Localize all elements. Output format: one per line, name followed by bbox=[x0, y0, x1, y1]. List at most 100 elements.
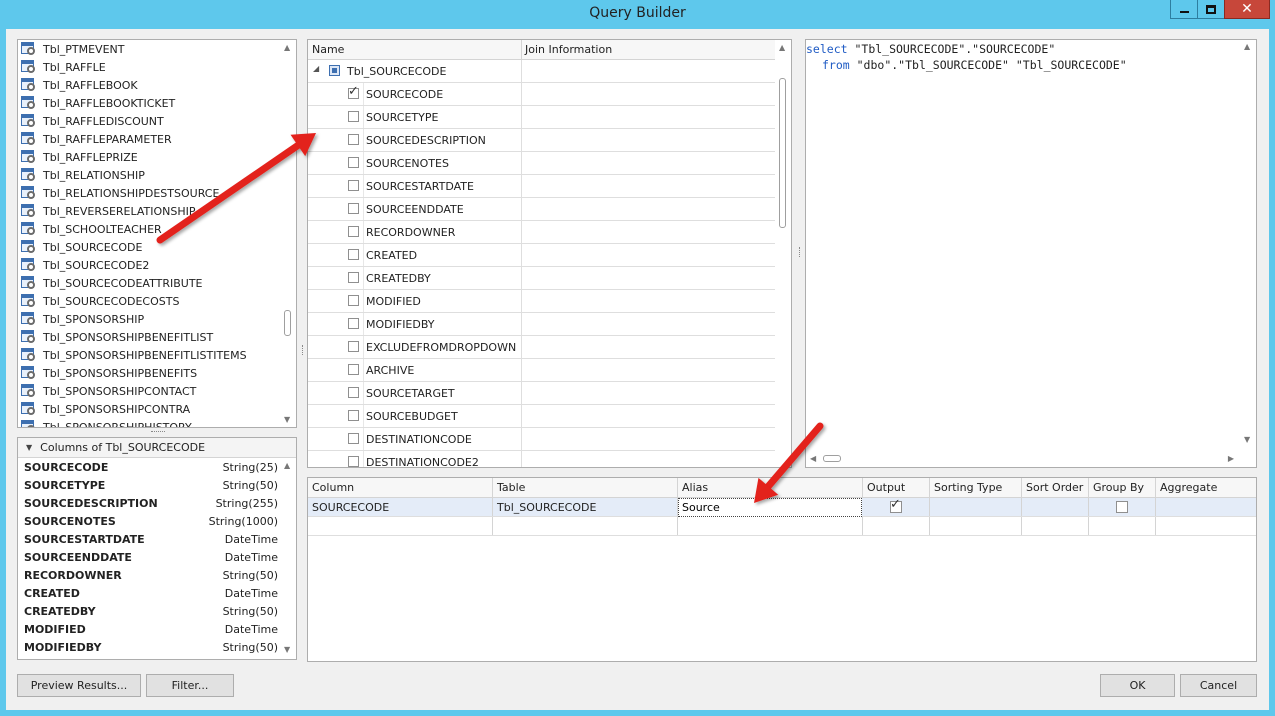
cell-group-by[interactable] bbox=[1089, 517, 1156, 535]
table-list-item[interactable]: Tbl_SPONSORSHIPBENEFITS bbox=[18, 364, 197, 382]
field-row[interactable]: MODIFIED bbox=[308, 290, 778, 313]
field-row[interactable]: RECORDOWNER bbox=[308, 221, 778, 244]
table-list-item[interactable]: Tbl_RELATIONSHIP bbox=[18, 166, 145, 184]
cell-sorting-type[interactable] bbox=[930, 498, 1022, 516]
scroll-up-icon[interactable]: ▲ bbox=[284, 461, 290, 470]
sql-text-panel[interactable]: select "Tbl_SOURCECODE"."SOURCECODE" fro… bbox=[805, 39, 1257, 468]
table-list-item[interactable]: Tbl_SOURCECODEATTRIBUTE bbox=[18, 274, 203, 292]
table-list-item[interactable]: Tbl_RAFFLEDISCOUNT bbox=[18, 112, 164, 130]
field-checkbox[interactable] bbox=[348, 364, 359, 375]
field-row[interactable]: SOURCECODE bbox=[308, 83, 778, 106]
column-list-item[interactable]: CREATED DateTime bbox=[18, 584, 280, 602]
criteria-empty-row[interactable] bbox=[308, 517, 1256, 536]
header-output[interactable]: Output bbox=[863, 478, 930, 497]
fields-scrollbar[interactable]: ▲ bbox=[775, 40, 791, 467]
header-column[interactable]: Column bbox=[308, 478, 493, 497]
field-checkbox[interactable] bbox=[348, 203, 359, 214]
table-list-item[interactable]: Tbl_SOURCECODE bbox=[18, 238, 142, 256]
scroll-down-icon[interactable]: ▼ bbox=[284, 415, 290, 424]
field-checkbox[interactable] bbox=[348, 341, 359, 352]
column-list-item[interactable]: SOURCETYPE String(50) bbox=[18, 476, 280, 494]
field-checkbox[interactable] bbox=[348, 272, 359, 283]
table-list-item[interactable]: Tbl_SPONSORSHIP bbox=[18, 310, 144, 328]
criteria-row[interactable]: SOURCECODE Tbl_SOURCECODE bbox=[308, 497, 1256, 517]
cell-table[interactable]: Tbl_SOURCECODE bbox=[493, 498, 678, 516]
cell-column[interactable] bbox=[308, 517, 493, 535]
table-list-item[interactable]: Tbl_SOURCECODE2 bbox=[18, 256, 149, 274]
field-checkbox[interactable] bbox=[348, 456, 359, 467]
field-row[interactable]: ARCHIVE bbox=[308, 359, 778, 382]
field-checkbox[interactable] bbox=[348, 84, 359, 99]
table-list-item[interactable]: Tbl_SPONSORSHIPCONTRA bbox=[18, 400, 190, 418]
table-list-item[interactable]: Tbl_SCHOOLTEACHER bbox=[18, 220, 162, 238]
cell-sort-order[interactable] bbox=[1022, 498, 1089, 516]
column-list-item[interactable]: CREATEDBY String(50) bbox=[18, 602, 280, 620]
field-row[interactable]: SOURCEDESCRIPTION bbox=[308, 129, 778, 152]
cell-aggregate[interactable] bbox=[1156, 517, 1256, 535]
minimize-button[interactable] bbox=[1170, 0, 1198, 19]
field-row[interactable]: MODIFIEDBY bbox=[308, 313, 778, 336]
field-row[interactable]: DESTINATIONCODE2 bbox=[308, 451, 778, 467]
output-checkbox[interactable] bbox=[890, 497, 902, 513]
field-checkbox[interactable] bbox=[348, 111, 359, 122]
field-row[interactable]: SOURCETYPE bbox=[308, 106, 778, 129]
filter-button[interactable]: Filter... bbox=[146, 674, 234, 697]
field-checkbox[interactable] bbox=[348, 157, 359, 168]
table-list-item[interactable]: Tbl_SOURCECODECOSTS bbox=[18, 292, 179, 310]
cell-sorting-type[interactable] bbox=[930, 517, 1022, 535]
field-row[interactable]: EXCLUDEFROMDROPDOWN bbox=[308, 336, 778, 359]
chevron-down-icon[interactable]: ▼ bbox=[26, 443, 32, 452]
table-list-item[interactable]: Tbl_RAFFLEBOOKTICKET bbox=[18, 94, 175, 112]
table-list-item[interactable]: Tbl_SPONSORSHIPHISTORY bbox=[18, 418, 192, 427]
header-sorting-type[interactable]: Sorting Type bbox=[930, 478, 1022, 497]
field-checkbox[interactable] bbox=[348, 433, 359, 444]
close-button[interactable]: ✕ bbox=[1224, 0, 1270, 19]
field-checkbox[interactable] bbox=[348, 134, 359, 145]
header-group-by[interactable]: Group By bbox=[1089, 478, 1156, 497]
table-list-item[interactable]: Tbl_RAFFLEPRIZE bbox=[18, 148, 138, 166]
column-list-item[interactable]: SOURCECODE String(25) bbox=[18, 458, 280, 476]
cell-alias[interactable] bbox=[678, 517, 863, 535]
scroll-up-icon[interactable]: ▲ bbox=[779, 43, 785, 52]
sql-line-1[interactable]: select "Tbl_SOURCECODE"."SOURCECODE" bbox=[806, 42, 1055, 56]
cell-aggregate[interactable] bbox=[1156, 498, 1256, 516]
table-list-item[interactable]: Tbl_SPONSORSHIPCONTACT bbox=[18, 382, 196, 400]
cell-table[interactable] bbox=[493, 517, 678, 535]
scroll-right-icon[interactable]: ▶ bbox=[1228, 454, 1234, 463]
header-aggregate[interactable]: Aggregate bbox=[1156, 478, 1256, 497]
field-row[interactable]: SOURCESTARTDATE bbox=[308, 175, 778, 198]
alias-input[interactable] bbox=[678, 498, 862, 517]
table-list-item[interactable]: Tbl_REVERSERELATIONSHIP bbox=[18, 202, 196, 220]
column-list-item[interactable]: SOURCEDESCRIPTION String(255) bbox=[18, 494, 280, 512]
scroll-thumb[interactable] bbox=[823, 455, 841, 462]
sql-hscrollbar[interactable]: ◀ ▶ bbox=[806, 451, 1256, 467]
columns-scrollbar[interactable]: ▲ ▼ bbox=[280, 458, 296, 659]
collapse-arrow-icon[interactable]: ◢ bbox=[313, 64, 319, 73]
header-sort-order[interactable]: Sort Order bbox=[1022, 478, 1089, 497]
table-list-item[interactable]: Tbl_RAFFLE bbox=[18, 58, 106, 76]
ok-button[interactable]: OK bbox=[1100, 674, 1175, 697]
field-checkbox[interactable] bbox=[348, 180, 359, 191]
tables-list[interactable]: Tbl_PTMEVENT Tbl_RAFFLE Tbl_RAFFLEBOOK Tbl_… bbox=[17, 39, 297, 428]
cell-output[interactable] bbox=[863, 517, 930, 535]
column-list-item[interactable]: SOURCENOTES String(1000) bbox=[18, 512, 280, 530]
sql-line-2[interactable]: from "dbo"."Tbl_SOURCECODE" "Tbl_SOURCEC… bbox=[822, 58, 1127, 72]
maximize-button[interactable] bbox=[1197, 0, 1225, 19]
table-node-row[interactable]: ◢ Tbl_SOURCECODE bbox=[308, 60, 778, 83]
scroll-thumb[interactable] bbox=[284, 310, 291, 336]
cell-group-by[interactable] bbox=[1089, 498, 1156, 516]
header-name[interactable]: Name bbox=[312, 43, 344, 56]
splitter-grip[interactable] bbox=[302, 345, 304, 355]
column-list-item[interactable]: RECORDOWNER String(50) bbox=[18, 566, 280, 584]
field-checkbox[interactable] bbox=[348, 387, 359, 398]
group-by-checkbox[interactable] bbox=[1116, 501, 1128, 513]
cell-sort-order[interactable] bbox=[1022, 517, 1089, 535]
tables-scrollbar[interactable]: ▲ ▼ bbox=[280, 40, 296, 427]
field-row[interactable]: SOURCEENDDATE bbox=[308, 198, 778, 221]
field-row[interactable]: SOURCENOTES bbox=[308, 152, 778, 175]
field-checkbox[interactable] bbox=[348, 410, 359, 421]
field-row[interactable]: CREATEDBY bbox=[308, 267, 778, 290]
field-row[interactable]: SOURCETARGET bbox=[308, 382, 778, 405]
field-checkbox[interactable] bbox=[348, 318, 359, 329]
header-table[interactable]: Table bbox=[493, 478, 678, 497]
